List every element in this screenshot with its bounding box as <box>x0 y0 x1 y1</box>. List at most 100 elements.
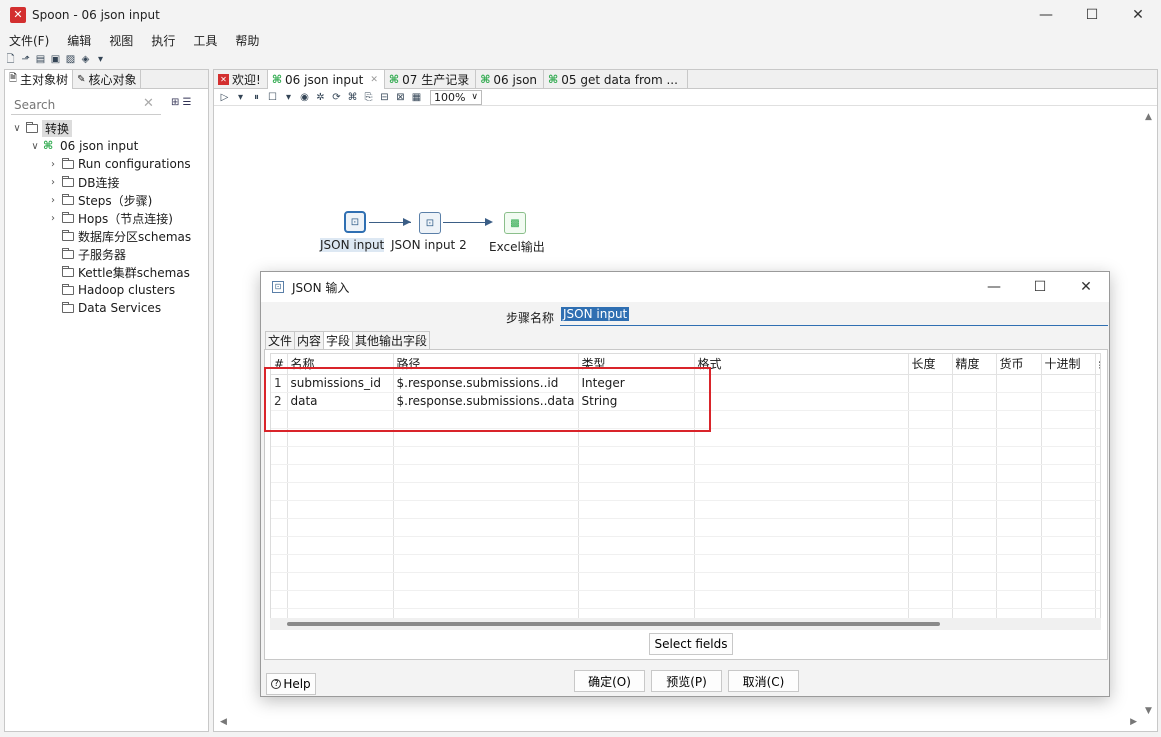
col-decimal[interactable]: 十进制 <box>1041 354 1096 375</box>
table-row[interactable] <box>271 518 1100 537</box>
save-as-icon[interactable]: ▨ <box>64 53 77 66</box>
step-json-input-label[interactable]: JSON input <box>320 238 385 252</box>
cell-format[interactable] <box>694 374 909 393</box>
scroll-up-icon[interactable]: ▲ <box>1145 112 1152 122</box>
table-row[interactable] <box>271 446 1100 465</box>
tab-06-json-input[interactable]: ⌘ 06 json input ✕ <box>267 70 385 89</box>
close-tab-icon[interactable]: ✕ <box>370 75 378 85</box>
cell-group[interactable] <box>1095 392 1100 411</box>
preview-button[interactable]: 预览(P) <box>651 670 722 692</box>
expand-collapse-icon[interactable]: ⊞ ☰ <box>171 97 192 108</box>
pause-icon[interactable]: ⏸ <box>250 91 263 104</box>
vertical-scrollbar[interactable]: ▲ ▼ <box>1141 108 1157 716</box>
tree-item-data-services[interactable]: Data Services <box>5 299 208 317</box>
tree-item-slave-servers[interactable]: 子服务器 <box>5 245 208 263</box>
table-row[interactable] <box>271 554 1100 573</box>
step-excel-output-icon[interactable]: ▩ <box>504 212 526 234</box>
stop-icon[interactable]: ☐ <box>266 91 279 104</box>
cell-decimal[interactable] <box>1041 374 1096 393</box>
verify-icon[interactable]: ⌘ <box>346 91 359 104</box>
chevron-right-icon[interactable]: › <box>47 159 59 170</box>
menu-file[interactable]: 文件(F) <box>0 32 58 49</box>
table-horizontal-scrollbar[interactable] <box>270 618 1101 630</box>
col-length[interactable]: 长度 <box>908 354 953 375</box>
tree-item-cluster-schemas[interactable]: Kettle集群schemas <box>5 263 208 281</box>
chevron-down-icon[interactable]: ▾ <box>282 91 295 104</box>
step-json-input-2-label[interactable]: JSON input 2 <box>391 238 467 252</box>
tab-fields[interactable]: 字段 <box>323 331 354 349</box>
tab-core-objects[interactable]: ✎ 核心对象 <box>73 70 142 89</box>
table-row[interactable] <box>271 500 1100 519</box>
horizontal-scrollbar[interactable]: ◀ ▶ <box>214 715 1143 731</box>
chevron-down-icon[interactable]: ∨ <box>29 141 41 152</box>
save-icon[interactable]: ▣ <box>49 53 62 66</box>
tab-content[interactable]: 内容 <box>294 331 325 349</box>
dialog-maximize-button[interactable]: ☐ <box>1017 272 1063 302</box>
chevron-down-icon[interactable]: ▾ <box>234 91 247 104</box>
chevron-down-icon[interactable]: ▾ <box>94 53 107 66</box>
explore-repository-icon[interactable]: ▤ <box>34 53 47 66</box>
table-row[interactable] <box>271 590 1100 609</box>
col-group[interactable]: 组 <box>1095 354 1100 375</box>
step-json-input-icon[interactable]: ⊡ <box>344 211 366 233</box>
tab-file[interactable]: 文件 <box>265 331 296 349</box>
select-fields-button[interactable]: Select fields <box>649 633 733 655</box>
chevron-down-icon[interactable]: ∨ <box>11 123 23 134</box>
help-button[interactable]: ? Help <box>266 673 316 695</box>
scroll-down-icon[interactable]: ▼ <box>1145 706 1152 716</box>
tree-item-db-connections[interactable]: › DB连接 <box>5 173 208 191</box>
chevron-right-icon[interactable]: › <box>47 177 59 188</box>
menu-edit[interactable]: 编辑 <box>58 32 100 49</box>
tree-item-partition-schemas[interactable]: 数据库分区schemas <box>5 227 208 245</box>
search-input[interactable] <box>11 95 161 115</box>
replay-icon[interactable]: ⟳ <box>330 91 343 104</box>
tab-06-json[interactable]: ⌘ 06 json <box>476 70 545 89</box>
cell-length[interactable] <box>908 374 953 393</box>
tree-item-run-configurations[interactable]: › Run configurations <box>5 155 208 173</box>
explore-db-icon[interactable]: ⊠ <box>394 91 407 104</box>
chevron-right-icon[interactable]: › <box>47 195 59 206</box>
chevron-right-icon[interactable]: › <box>47 213 59 224</box>
menu-view[interactable]: 视图 <box>100 32 142 49</box>
cell-group[interactable] <box>1095 374 1100 393</box>
step-excel-output-label[interactable]: Excel输出 <box>489 238 545 255</box>
sql-icon[interactable]: ⊟ <box>378 91 391 104</box>
tree-item-root[interactable]: ∨ 转换 <box>5 119 208 137</box>
cell-precision[interactable] <box>952 374 997 393</box>
scroll-left-icon[interactable]: ◀ <box>220 717 227 727</box>
scrollbar-thumb[interactable] <box>287 622 940 626</box>
cell-decimal[interactable] <box>1041 392 1096 411</box>
clear-search-icon[interactable]: ✕ <box>143 96 154 111</box>
tab-welcome[interactable]: ✕ 欢迎! <box>214 70 268 89</box>
layers-icon[interactable]: ◈ <box>79 53 92 66</box>
tab-main-tree[interactable]: 🗎 主对象树 <box>5 70 74 89</box>
table-row[interactable] <box>271 536 1100 555</box>
cell-format[interactable] <box>694 392 909 411</box>
menu-help[interactable]: 帮助 <box>226 32 268 49</box>
step-json-input-2-icon[interactable]: ⊡ <box>419 212 441 234</box>
cancel-button[interactable]: 取消(C) <box>728 670 799 692</box>
dialog-minimize-button[interactable]: — <box>971 272 1017 302</box>
tab-07-production[interactable]: ⌘ 07 生产记录 <box>385 70 477 89</box>
hop-line[interactable] <box>443 222 491 223</box>
minimize-button[interactable]: — <box>1023 0 1069 30</box>
tree-item-transformation[interactable]: ∨ ⌘ 06 json input <box>5 137 208 155</box>
col-format[interactable]: 格式 <box>694 354 909 375</box>
table-row[interactable] <box>271 572 1100 591</box>
preview-icon[interactable]: ◉ <box>298 91 311 104</box>
tab-additional-output-fields[interactable]: 其他输出字段 <box>352 331 431 349</box>
tree-item-hadoop-clusters[interactable]: Hadoop clusters <box>5 281 208 299</box>
col-currency[interactable]: 货币 <box>996 354 1042 375</box>
tree-item-hops[interactable]: › Hops（节点连接) <box>5 209 208 227</box>
grid-icon[interactable]: ▦ <box>410 91 423 104</box>
impact-icon[interactable]: ⎘ <box>362 91 375 104</box>
ok-button[interactable]: 确定(O) <box>574 670 645 692</box>
tab-05-get-data[interactable]: ⌘ 05 get data from ... <box>544 70 689 89</box>
zoom-select[interactable]: 100% ∨ <box>430 89 482 105</box>
table-row[interactable] <box>271 482 1100 501</box>
step-name-input[interactable]: JSON input <box>560 307 1108 326</box>
scroll-right-icon[interactable]: ▶ <box>1130 717 1137 727</box>
debug-icon[interactable]: ✲ <box>314 91 327 104</box>
dialog-close-button[interactable]: ✕ <box>1063 272 1109 302</box>
table-row[interactable] <box>271 464 1100 483</box>
